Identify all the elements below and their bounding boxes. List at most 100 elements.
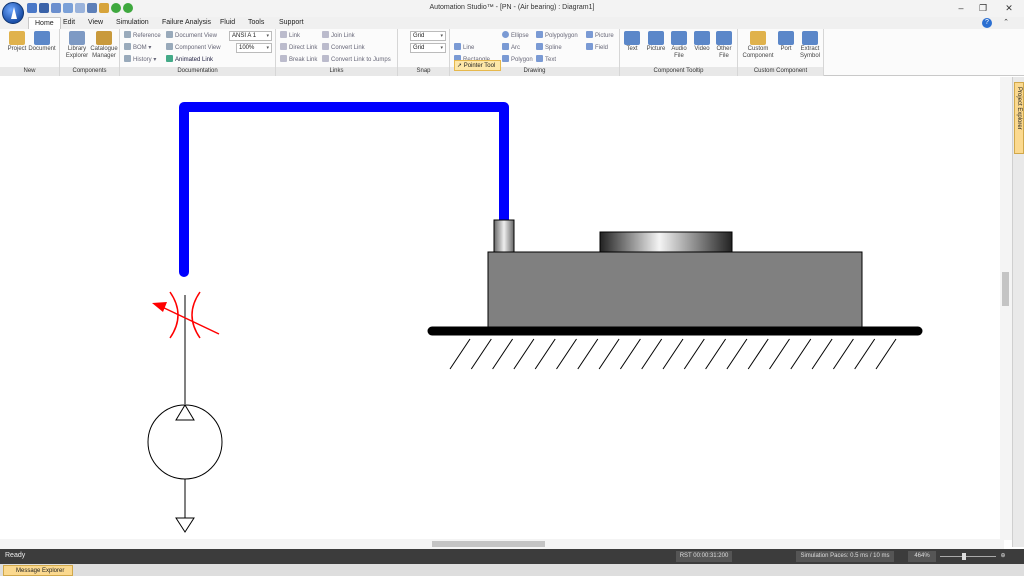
port-button[interactable]: Port	[774, 31, 798, 53]
zoom-value: 100%	[239, 45, 255, 51]
tab-failure-analysis[interactable]: Failure Analysis	[156, 17, 217, 29]
component-view-button[interactable]: Component View	[166, 43, 221, 53]
tooltip-other-button[interactable]: Other File	[711, 31, 737, 60]
air-nozzle[interactable]	[493, 219, 515, 253]
library-explorer-button[interactable]: Library Explorer	[62, 31, 92, 60]
join-link-icon	[322, 31, 329, 38]
field-tool-button[interactable]: Field	[586, 43, 608, 53]
hatch-line	[747, 338, 769, 370]
port-label: Port	[780, 46, 792, 52]
title-bar: Automation Studio™ - [PN - (Air bearing)…	[0, 0, 1024, 24]
zoom-select[interactable]: 100% ▾	[236, 43, 272, 53]
zoom-slider-thumb[interactable]	[962, 553, 966, 560]
bom-button[interactable]: BOM ▾	[124, 43, 151, 53]
link-button[interactable]: Link	[280, 31, 300, 41]
break-link-button[interactable]: Break Link	[280, 55, 317, 65]
polygon-label: Polygon	[511, 57, 533, 63]
convert-link-icon	[322, 43, 329, 50]
break-link-icon	[280, 55, 287, 62]
project-explorer-tab[interactable]: Project Explorer	[1014, 82, 1024, 154]
document-icon	[34, 31, 50, 45]
text-tool-button[interactable]: Text	[536, 55, 556, 65]
tooltip-text-button[interactable]: Text	[619, 31, 645, 53]
app-menu-button[interactable]	[2, 2, 24, 24]
history-button[interactable]: History ▾	[124, 55, 156, 65]
group-new: Project Document New	[0, 29, 60, 76]
standard-select[interactable]: ANSI A 1 ▾	[229, 31, 272, 41]
custom-component-icon	[750, 31, 766, 45]
hatch-line	[769, 338, 790, 370]
document-view-button[interactable]: Document View	[166, 31, 217, 41]
status-rst: RST 00:00:31:200	[676, 551, 732, 562]
minimize-button[interactable]: –	[955, 2, 967, 14]
zoom-slider[interactable]	[940, 556, 996, 557]
message-explorer-tab[interactable]: Message Explorer	[3, 565, 73, 576]
pointer-icon: ➚	[457, 63, 463, 69]
custom-component-button[interactable]: Custom Component	[740, 31, 776, 60]
hatch-line	[662, 338, 684, 370]
line-tool-button[interactable]: Line	[454, 43, 474, 53]
link-label: Link	[289, 33, 301, 39]
tab-home[interactable]: Home	[28, 17, 61, 29]
direct-link-button[interactable]: Direct Link	[280, 43, 317, 53]
restore-button[interactable]: ❐	[977, 2, 989, 14]
catalogue-label: Catalogue Manager	[90, 46, 118, 59]
arc-tool-button[interactable]: Arc	[502, 43, 520, 53]
vertical-scrollbar[interactable]	[1000, 77, 1012, 540]
other-file-icon	[716, 31, 732, 45]
tab-edit[interactable]: Edit	[57, 17, 81, 29]
group-label-links: Links	[276, 67, 397, 76]
bearing-block[interactable]	[487, 251, 863, 328]
diagram-svg	[147, 102, 923, 533]
ellipse-label: Ellipse	[511, 33, 529, 39]
custom-component-label: Custom Component	[742, 46, 774, 59]
pointer-tool-button[interactable]: ➚ Pointer Tool	[454, 60, 501, 71]
convert-jumps-button[interactable]: Convert Link to Jumps	[322, 55, 391, 65]
tab-support[interactable]: Support	[273, 17, 310, 29]
spline-tool-button[interactable]: Spline	[536, 43, 562, 53]
hatch-line	[683, 338, 705, 370]
bearing-disk[interactable]	[599, 231, 733, 253]
pointer-tool-text: ➚ Pointer Tool	[457, 61, 495, 71]
catalogue-manager-button[interactable]: Catalogue Manager	[89, 31, 119, 60]
animated-link-button[interactable]: Animated Link	[166, 55, 213, 65]
snap-grid-value-2: Grid	[413, 45, 425, 51]
reference-button[interactable]: Reference	[124, 31, 161, 41]
hatch-line	[832, 338, 854, 370]
close-button[interactable]: ✕	[1003, 2, 1015, 14]
join-link-button[interactable]: Join Link	[322, 31, 355, 41]
status-bar: Ready RST 00:00:31:200 Simulation Paces:…	[0, 549, 1024, 564]
help-icon[interactable]: ?	[982, 18, 992, 28]
arc-icon	[502, 43, 509, 50]
zoom-in-icon[interactable]: ⊕	[998, 551, 1008, 562]
horizontal-scrollbar[interactable]	[0, 539, 1004, 549]
horizontal-scroll-thumb[interactable]	[432, 541, 545, 547]
ellipse-tool-button[interactable]: Ellipse	[502, 31, 529, 41]
tab-simulation[interactable]: Simulation	[110, 17, 155, 29]
polypolygon-tool-button[interactable]: Polypolygon	[536, 31, 578, 41]
arc-label: Arc	[511, 45, 520, 51]
ribbon-tabs: Home Edit View Simulation Failure Analys…	[0, 17, 1024, 29]
polygon-tool-button[interactable]: Polygon	[502, 55, 533, 65]
pump-symbol[interactable]	[147, 404, 223, 533]
vertical-scroll-thumb[interactable]	[1002, 272, 1009, 306]
snap-grid-select-2[interactable]: Grid ▾	[410, 43, 446, 53]
history-icon	[124, 55, 131, 62]
tab-tools[interactable]: Tools	[242, 17, 270, 29]
hatch-line	[556, 338, 577, 370]
extract-symbol-button[interactable]: Extract Symbol	[796, 31, 824, 60]
picture-tool-icon	[586, 31, 593, 38]
picture-tool-button[interactable]: Picture	[586, 31, 614, 41]
ribbon-collapse-icon[interactable]: ⌃	[1000, 17, 1012, 29]
snap-grid-select-1[interactable]: Grid ▾	[410, 31, 446, 41]
tooltip-other-label: Other File	[716, 46, 732, 59]
tab-fluid[interactable]: Fluid	[214, 17, 241, 29]
fluid-line[interactable]	[179, 102, 509, 277]
tooltip-text-icon	[624, 31, 640, 45]
convert-link-button[interactable]: Convert Link	[322, 43, 365, 53]
diagram-canvas[interactable]	[0, 77, 1004, 539]
tab-view[interactable]: View	[82, 17, 109, 29]
document-button[interactable]: Document	[27, 31, 57, 53]
group-snap: Grid ▾ Grid ▾ Snap	[398, 29, 450, 76]
tooltip-picture-label: Picture	[646, 46, 666, 52]
